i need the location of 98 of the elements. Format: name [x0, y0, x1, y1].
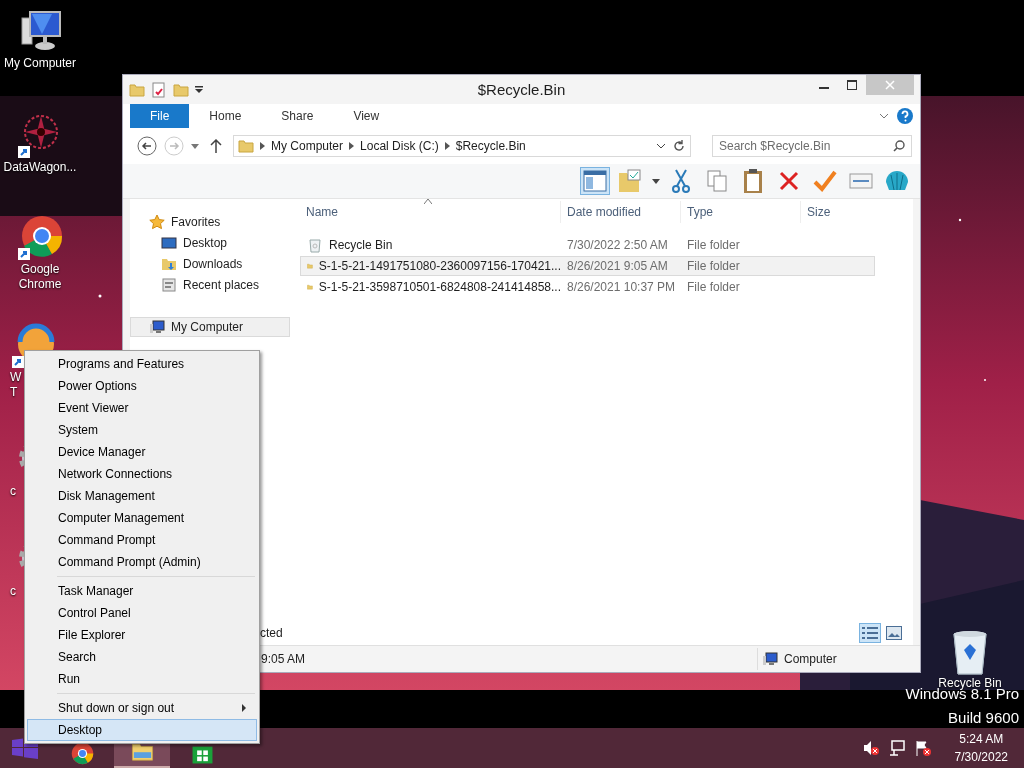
file-row[interactable]: S-1-5-21-3598710501-6824808-241414858... 8/26/2021 10:37 PM File folder	[300, 277, 875, 297]
search-field[interactable]: Search $Recycle.Bin	[712, 135, 912, 157]
menu-item[interactable]: Network Connections	[27, 463, 257, 485]
menu-item[interactable]: Command Prompt (Admin)	[27, 551, 257, 573]
nav-item[interactable]: My Computer	[130, 317, 290, 337]
menu-item[interactable]: Computer Management	[27, 507, 257, 529]
icon-label[interactable]: Google	[20, 262, 60, 277]
breadcrumb[interactable]: $Recycle.Bin	[455, 139, 526, 153]
nav-item[interactable]: Recent places	[130, 276, 290, 293]
folder-icon	[238, 138, 254, 154]
preview-pane-button[interactable]	[580, 167, 610, 195]
menu-item[interactable]: Shut down or sign out	[27, 697, 257, 719]
minimize-icon	[819, 87, 829, 89]
os-watermark: Build 9600	[948, 708, 1019, 728]
menu-item[interactable]: Event Viewer	[27, 397, 257, 419]
location-label: Computer	[784, 652, 837, 666]
chevron-icon[interactable]	[879, 112, 889, 120]
file-row[interactable]: S-1-5-21-1491751080-2360097156-170421... 8/26/2021 9:05 AM File folder	[300, 256, 875, 276]
network-icon[interactable]	[888, 740, 905, 756]
icon-label[interactable]: Chrome	[18, 277, 62, 292]
menu-item[interactable]: Disk Management	[27, 485, 257, 507]
desktop-icon	[161, 234, 177, 251]
back-button[interactable]	[137, 136, 157, 156]
recent-places-icon	[161, 276, 177, 293]
dropdown-icon[interactable]	[656, 142, 666, 150]
close-icon	[885, 80, 895, 90]
menu-item[interactable]: Device Manager	[27, 441, 257, 463]
type-cell-text: File folder	[686, 238, 741, 252]
menu-item[interactable]: Power Options	[27, 375, 257, 397]
muted-speaker-icon[interactable]	[862, 740, 879, 756]
menu-item[interactable]: Search	[27, 646, 257, 668]
computer-icon	[762, 651, 778, 667]
column-header[interactable]: Date modified	[560, 201, 680, 223]
menu-item[interactable]: Desktop	[27, 719, 257, 741]
menu-item[interactable]: Control Panel	[27, 602, 257, 624]
icon-label[interactable]: T	[10, 385, 18, 400]
window-title: $Recycle.Bin	[477, 81, 566, 98]
type-cell-text: File folder	[686, 259, 741, 273]
details-text: 9:05 AM	[261, 652, 306, 666]
ribbon-tab[interactable]: View	[333, 104, 400, 128]
column-header[interactable]: Size	[800, 201, 875, 223]
chrome-icon	[70, 742, 94, 765]
selection-status: cted	[260, 626, 283, 640]
menu-item[interactable]: File Explorer	[27, 624, 257, 646]
breadcrumb[interactable]: My Computer	[271, 139, 344, 153]
star-icon	[149, 213, 165, 230]
menu-item[interactable]: Run	[27, 668, 257, 690]
nav-item[interactable]: Favorites	[130, 213, 290, 230]
folder-icon	[173, 81, 189, 98]
maximize-icon	[847, 80, 857, 90]
nav-item[interactable]: Downloads	[130, 255, 290, 272]
search-icon	[893, 140, 905, 152]
menu-item[interactable]: Command Prompt	[27, 529, 257, 551]
menu-item[interactable]: System	[27, 419, 257, 441]
submenu-arrow-icon	[242, 704, 246, 712]
chevron-right-icon[interactable]	[260, 142, 265, 150]
refresh-icon[interactable]	[672, 139, 686, 153]
file-row[interactable]: Recycle Bin 7/30/2022 2:50 AM File folder	[300, 235, 875, 255]
date-cell-text: 7/30/2022 2:50 AM	[566, 238, 669, 252]
windows-logo-icon	[12, 737, 38, 759]
icon-label[interactable]: W	[10, 370, 22, 385]
column-header[interactable]: Type	[680, 201, 800, 223]
dropdown-icon[interactable]	[652, 178, 660, 184]
flag-icon[interactable]	[914, 740, 931, 756]
large-icons-view-button[interactable]	[883, 623, 905, 643]
column-header[interactable]: Name	[300, 201, 560, 223]
clock[interactable]: 5:24 AM 7/30/2022	[954, 730, 1008, 766]
help-icon[interactable]	[897, 108, 913, 124]
ribbon-tab[interactable]: Home	[189, 104, 262, 128]
nav-item[interactable]: Desktop	[130, 234, 290, 251]
menu-item[interactable]: Task Manager	[27, 580, 257, 602]
breadcrumb[interactable]: Local Disk (C:)	[360, 139, 439, 153]
chrome-shortcut-icon	[16, 214, 64, 262]
file-name: S-1-5-21-1491751080-2360097156-170421...	[318, 259, 561, 273]
menu-item[interactable]: Programs and Features	[27, 353, 257, 375]
clock-time: 5:24 AM	[959, 731, 1004, 748]
file-name: S-1-5-21-3598710501-6824808-241414858...	[318, 280, 561, 294]
address-bar[interactable]: My Computer Local Disk (C:) $Recycle.Bin	[233, 135, 691, 157]
date-cell-text: 8/26/2021 9:05 AM	[566, 259, 669, 273]
folder-icon	[129, 81, 145, 98]
icon-label[interactable]: c	[10, 484, 16, 499]
chevron-right-icon[interactable]	[444, 142, 450, 150]
computer-icon	[149, 319, 165, 335]
icon-label[interactable]: c	[10, 584, 16, 599]
properties-icon	[151, 81, 167, 98]
chevron-right-icon[interactable]	[349, 142, 355, 150]
dropdown-icon[interactable]	[195, 85, 203, 94]
clock-date: 7/30/2022	[954, 749, 1008, 766]
icon-label[interactable]: DataWagon...	[3, 160, 77, 175]
recent-dropdown-icon[interactable]	[191, 143, 199, 149]
icon-label[interactable]: My Computer	[4, 56, 76, 71]
recycle-bin-icon	[307, 237, 323, 253]
date-cell-text: 8/26/2021 10:37 PM	[566, 280, 677, 294]
type-cell-text: File folder	[686, 280, 741, 294]
ribbon-tab[interactable]: File	[130, 104, 190, 128]
ribbon-tab[interactable]: Share	[261, 104, 334, 128]
file-name: Recycle Bin	[329, 238, 393, 252]
details-view-button[interactable]	[859, 623, 881, 643]
